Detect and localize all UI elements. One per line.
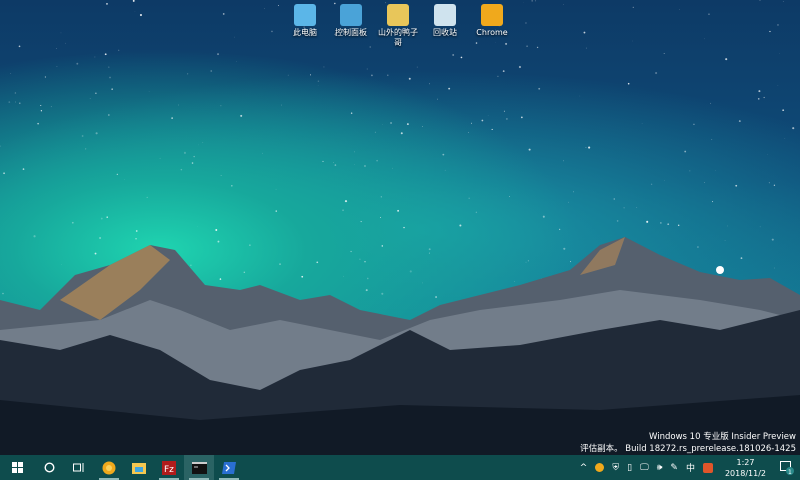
desktop-icon[interactable]: 控制面板: [329, 4, 373, 38]
desktop-icon-label: 控制面板: [335, 28, 367, 37]
chrome-icon: [102, 461, 116, 474]
desktop-icon[interactable]: 山外的鸭子哥: [376, 4, 420, 48]
sogou-ime-icon[interactable]: [702, 462, 713, 473]
clock-time: 1:27: [736, 457, 755, 467]
desktop-icon-image: [481, 4, 503, 26]
task-view-button[interactable]: [64, 455, 94, 480]
svg-text:Fz: Fz: [164, 465, 174, 475]
network-icon[interactable]: 🖵: [640, 463, 649, 473]
taskbar-powershell[interactable]: [214, 455, 244, 480]
watermark-line1: Windows 10 专业版 Insider Preview: [649, 432, 796, 442]
taskbar-file-explorer[interactable]: [124, 455, 154, 480]
desktop-icon-label: 山外的鸭子哥: [378, 28, 418, 47]
desktop-icon-label: 回收站: [433, 28, 457, 37]
task-view-icon: [73, 463, 84, 472]
desktop-icon[interactable]: Chrome: [470, 4, 514, 38]
desktop-icon-image: [434, 4, 456, 26]
volume-icon[interactable]: 🕪: [657, 463, 663, 473]
filezilla-icon: Fz: [162, 460, 176, 475]
notification-icon: 1: [780, 460, 794, 475]
folder-icon: [132, 462, 146, 474]
terminal-icon: [191, 461, 207, 474]
taskbar: Fz ^ ⛨ ▯ 🖵 🕪 ✎ 中 1:27 2018/11/2 1: [0, 455, 800, 480]
powershell-icon: [222, 461, 236, 474]
input-method-indicator[interactable]: 中: [686, 461, 695, 474]
desktop-icon-image: [294, 4, 316, 26]
mountain-landscape: [0, 237, 800, 455]
security-shield-icon[interactable]: ⛨: [612, 463, 619, 473]
usb-device-icon[interactable]: ▯: [627, 463, 632, 473]
taskbar-chrome[interactable]: [94, 455, 124, 480]
pen-icon[interactable]: ✎: [670, 463, 678, 473]
svg-text:1: 1: [788, 469, 792, 475]
desktop-icon-image: [387, 4, 409, 26]
taskbar-cmd[interactable]: [184, 455, 214, 480]
action-center-button[interactable]: 1: [774, 455, 800, 480]
clock[interactable]: 1:27 2018/11/2: [725, 457, 766, 479]
clock-date: 2018/11/2: [724, 468, 766, 478]
watermark-line2: 评估副本。 Build 18272.rs_prerelease.181026-1…: [580, 444, 796, 454]
desktop-icon-label: Chrome: [476, 28, 508, 37]
desktop-icon[interactable]: 回收站: [423, 4, 467, 38]
search-button[interactable]: [34, 455, 64, 480]
desktop-icon[interactable]: 此电脑: [283, 4, 327, 38]
desktop-icon-image: [340, 4, 362, 26]
system-tray: ^ ⛨ ▯ 🖵 🕪 ✎ 中 1:27 2018/11/2 1: [576, 455, 800, 480]
taskbar-filezilla[interactable]: Fz: [154, 455, 184, 480]
build-watermark: Windows 10 专业版 Insider Preview 评估副本。 Bui…: [580, 431, 796, 455]
desktop: 此电脑 控制面板 山外的鸭子哥 回收站 Chrome Windows 10 专业版 In…: [0, 0, 800, 455]
desktop-icon-label: 此电脑: [293, 28, 317, 37]
start-button[interactable]: [0, 455, 34, 480]
app-tray-icon[interactable]: [595, 463, 605, 472]
cortana-circle-icon: [43, 462, 55, 473]
show-hidden-icons-button[interactable]: ^: [580, 463, 588, 473]
windows-icon: [11, 462, 23, 473]
